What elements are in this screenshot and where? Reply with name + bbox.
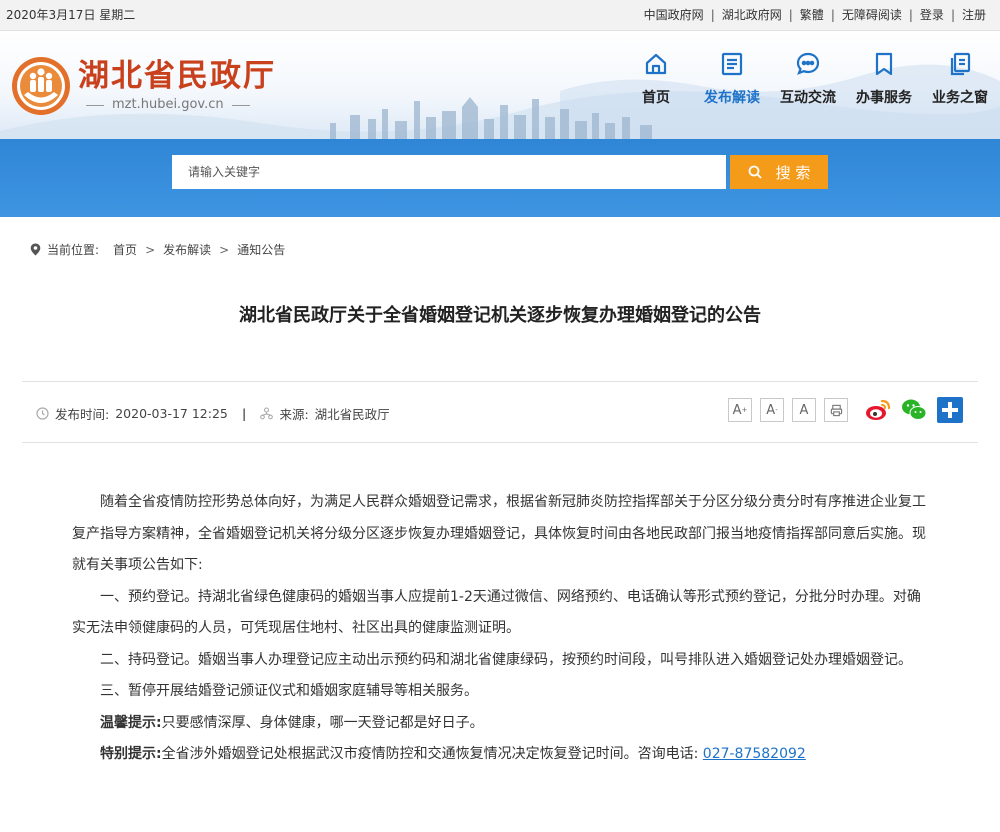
special-tip-text: 全省涉外婚姻登记处根据武汉市疫情防控和交通恢复情况决定恢复登记时间。咨询电话: [161, 746, 699, 762]
meta-separator: | [241, 406, 247, 421]
article-title: 湖北省民政厅关于全省婚姻登记机关逐步恢复办理婚姻登记的公告 [239, 305, 761, 326]
current-date: 2020年3月17日 星期二 [6, 8, 136, 22]
breadcrumb-home[interactable]: 首页 [113, 241, 137, 258]
font-increase-button[interactable]: A + [728, 398, 752, 422]
source-icon [260, 407, 274, 420]
share-wechat-button[interactable] [900, 396, 928, 424]
location-pin-icon [30, 243, 41, 256]
link-accessibility[interactable]: 无障碍阅读 [842, 0, 902, 31]
separator: | [710, 8, 715, 22]
font-decrease-button[interactable]: A- [760, 398, 784, 422]
link-traditional[interactable]: 繁體 [800, 0, 824, 31]
breadcrumb-prefix: 当前位置: [47, 243, 100, 257]
special-tip-label: 特别提示: [100, 746, 162, 762]
article-paragraph: 随着全省疫情防控形势总体向好，为满足人民群众婚姻登记需求，根据省新冠肺炎防控指挥… [72, 494, 926, 573]
publish-time-label: 发布时间: [55, 407, 110, 422]
article-body: 随着全省疫情防控形势总体向好，为满足人民群众婚姻登记需求，根据省新冠肺炎防控指挥… [72, 487, 932, 771]
share-more-button[interactable] [936, 396, 964, 424]
site-header: 湖北省民政厅 mzt.hubei.gov.cn 首页 发布解读 互动交流 办事服… [0, 31, 1000, 139]
main-nav: 首页 发布解读 互动交流 办事服务 业务之窗 [620, 51, 1000, 107]
article-meta: 发布时间: 2020-03-17 12:25 | 来源: 湖北省民政厅 A + A… [22, 381, 978, 443]
link-gov-cn[interactable]: 中国政府网 [644, 0, 704, 31]
top-links: 中国政府网 | 湖北政府网 | 繁體 | 无障碍阅读 | 登录 | 注册 [644, 0, 986, 31]
bookmark-icon [875, 52, 893, 76]
search-button[interactable]: 搜 索 [730, 155, 828, 189]
source-name: 湖北省民政厅 [314, 407, 390, 422]
civil-affairs-emblem-icon [12, 57, 70, 115]
search-icon [748, 165, 762, 179]
nav-label-publish: 发布解读 [704, 90, 760, 106]
warm-tip: 温馨提示:只要感情深厚、身体健康，哪一天登记都是好日子。 [72, 708, 932, 740]
breadcrumb-notices[interactable]: 通知公告 [237, 241, 285, 258]
font-decrease-label: A [766, 402, 776, 418]
special-tip: 特别提示:全省涉外婚姻登记处根据武汉市疫情防控和交通恢复情况决定恢复登记时间。咨… [72, 739, 932, 771]
site-url: mzt.hubei.gov.cn [78, 96, 276, 114]
nav-label-home: 首页 [642, 90, 670, 106]
article-paragraph: 三、暂停开展结婚登记颁证仪式和婚姻家庭辅导等相关服务。 [100, 683, 478, 699]
article-paragraph: 二、持码登记。婚姻当事人办理登记应主动出示预约码和湖北省健康绿码，按预约时间段，… [100, 651, 912, 668]
top-bar: 2020年3月17日 星期二 中国政府网 | 湖北政府网 | 繁體 | 无障碍阅… [0, 0, 1000, 31]
clock-icon [36, 407, 49, 420]
publish-time: 2020-03-17 12:25 [115, 406, 228, 421]
print-button[interactable] [824, 398, 848, 422]
nav-label-services: 办事服务 [856, 90, 912, 106]
nav-services[interactable]: 办事服务 [844, 51, 924, 107]
wechat-icon [902, 399, 927, 420]
nav-label-interaction: 互动交流 [780, 90, 836, 106]
phone-link[interactable]: 027-87582092 [703, 746, 806, 762]
breadcrumb-publish[interactable]: 发布解读 [163, 241, 211, 258]
site-url-text: mzt.hubei.gov.cn [112, 97, 224, 112]
site-title: 湖北省民政厅 [78, 58, 276, 94]
breadcrumb: 当前位置: 首页 > 发布解读 > 通知公告 [30, 241, 285, 258]
font-reset-button[interactable]: A [792, 398, 816, 422]
nav-label-business: 业务之窗 [932, 90, 988, 106]
print-icon [830, 404, 842, 416]
source-label: 来源: [279, 407, 309, 422]
chat-icon [796, 52, 820, 75]
separator: | [830, 8, 835, 22]
share-weibo-button[interactable] [864, 396, 892, 424]
link-hubei-gov[interactable]: 湖北政府网 [722, 0, 782, 31]
warm-tip-text: 只要感情深厚、身体健康，哪一天登记都是好日子。 [161, 714, 484, 731]
separator: | [908, 8, 913, 22]
nav-publish[interactable]: 发布解读 [692, 51, 772, 107]
article-paragraph: 一、预约登记。持湖北省绿色健康码的婚姻当事人应提前1-2天通过微信、网络预约、电… [72, 588, 921, 637]
search-button-label: 搜 索 [775, 163, 811, 182]
separator: | [950, 8, 955, 22]
breadcrumb-separator: > [219, 242, 230, 257]
plus-icon [937, 397, 963, 423]
nav-interaction[interactable]: 互动交流 [768, 51, 848, 107]
copy-icon [950, 52, 971, 76]
weibo-icon [866, 399, 891, 420]
nav-home[interactable]: 首页 [616, 51, 696, 107]
warm-tip-label: 温馨提示: [100, 714, 162, 731]
search-input[interactable] [172, 155, 726, 189]
search-band: 搜 索 [0, 139, 1000, 217]
font-increase-label: A [732, 402, 742, 418]
content-card: 当前位置: 首页 > 发布解读 > 通知公告 湖北省民政厅关于全省婚姻登记机关逐… [8, 217, 992, 832]
site-logo[interactable]: 湖北省民政厅 mzt.hubei.gov.cn [10, 55, 276, 117]
home-icon [645, 53, 667, 75]
link-login[interactable]: 登录 [920, 0, 944, 31]
document-icon [721, 52, 743, 76]
breadcrumb-separator: > [145, 242, 156, 257]
separator: | [788, 8, 793, 22]
link-register[interactable]: 注册 [962, 0, 986, 31]
font-reset-label: A [799, 402, 809, 418]
nav-business[interactable]: 业务之窗 [920, 51, 1000, 107]
